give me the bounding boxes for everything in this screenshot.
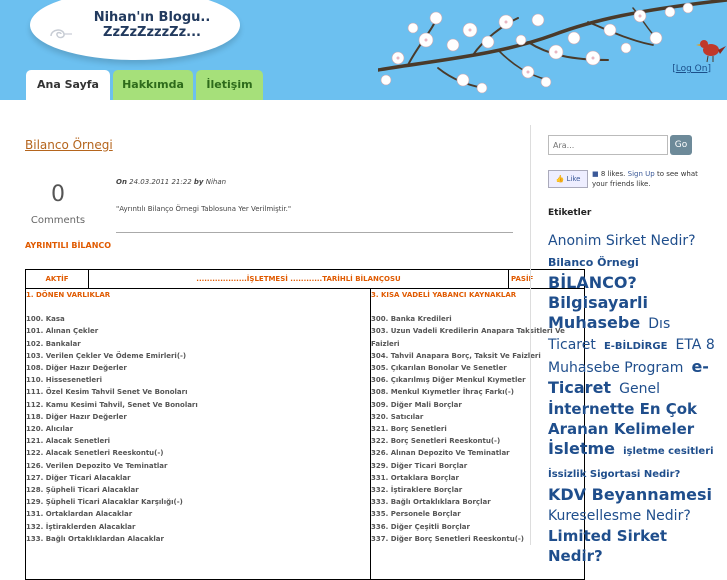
swirl-icon (50, 29, 72, 39)
account-row: 108. Diğer Hazır Değerler (26, 364, 127, 373)
tag-link[interactable]: Bilgisayarli Muhasebe (548, 293, 648, 332)
tags-title: Etiketler (548, 208, 592, 218)
account-row: 132. İştiraklerden Alacaklar (26, 522, 136, 531)
meta-on: On (116, 178, 127, 186)
tag-link[interactable]: İsletme (548, 439, 615, 458)
logon-area: [Log On] (672, 64, 711, 74)
signup-link[interactable]: Sign Up (628, 170, 655, 178)
column-divider (530, 125, 531, 545)
account-row: 133. Bağlı Ortaklıklardan Alacaklar (26, 534, 164, 543)
tag-link[interactable]: Anonim Sirket Nedir? (548, 233, 696, 249)
logon-link[interactable]: Log On (676, 64, 708, 74)
tag-link[interactable]: İnternette En Çok Aranan Kelimeler (548, 400, 697, 438)
table-body-row: 1. DÖNEN VARLIKLAR 100. Kasa 101. Alınan … (25, 288, 585, 580)
account-row: 111. Özel Kesim Tahvil Senet Ve Bonoları (26, 388, 188, 397)
account-row: 126. Verilen Depozito Ve Teminatlar (26, 461, 168, 470)
header-aktif: AKTİF (25, 269, 89, 289)
blossom-branch-illustration (378, 0, 727, 94)
blog-title-line2: ZzZzZzzzZz... (103, 25, 201, 40)
like-label: Like (566, 175, 581, 183)
account-row: 127. Diğer Ticari Alacaklar (26, 473, 131, 482)
account-row: 112. Kamu Kesimi Tahvil, Senet Ve Bonola… (26, 400, 198, 409)
account-row: 121. Alacak Senetleri (26, 437, 111, 446)
logon-bracket-close: ] (707, 64, 711, 74)
tag-link[interactable]: işletme cesitleri (623, 446, 714, 457)
post-excerpt: "Ayrıntılı Bilanço Örnegi Tablosuna Yer … (116, 205, 292, 213)
account-row: 100. Kasa (26, 315, 65, 324)
bird-icon (696, 40, 726, 63)
meta-by: by (193, 178, 204, 186)
left-items: 100. Kasa 101. Alınan Çekler 102. Bankalar… (26, 313, 370, 545)
account-row: 122. Alacak Senetleri Reeskontu(-) (26, 449, 164, 458)
header-middle: ...................İŞLETMESİ ...........… (88, 269, 509, 289)
left-heading: 1. DÖNEN VARLIKLAR (26, 291, 111, 299)
blog-title-line1: Nihan'ın Blogu.. (93, 10, 211, 25)
tag-link[interactable]: E-BİLDİRGE (604, 341, 667, 352)
account-row: 102. Bankalar (26, 339, 81, 348)
search-input[interactable] (548, 135, 668, 155)
account-row: 103. Verilen Çekler Ve Ödeme Emirleri(-) (26, 351, 187, 360)
tab-iletisim[interactable]: İletişim (196, 70, 263, 100)
post-date: 24.03.2011 21:22 (129, 178, 192, 186)
balance-sheet-table: AKTİF ...................İŞLETMESİ .....… (25, 269, 585, 580)
tag-link[interactable]: KDV Beyannamesi (548, 485, 712, 504)
thumbs-up-icon: 👍 (555, 175, 565, 183)
divider (116, 232, 513, 233)
blog-title[interactable]: Nihan'ın Blogu.. ZzZzZzzzZz... (82, 10, 222, 40)
account-row: 118. Diğer Hazır Değerler (26, 412, 127, 421)
account-row: 128. Şüpheli Ticari Alacaklar (26, 486, 139, 495)
facebook-like-button[interactable]: 👍 Like (548, 170, 588, 188)
search-go-button[interactable]: Go (670, 135, 692, 155)
tag-link[interactable]: Genel (619, 381, 660, 397)
table-header-row: AKTİF ...................İŞLETMESİ .....… (25, 269, 585, 289)
left-column: 1. DÖNEN VARLIKLAR 100. Kasa 101. Alınan … (25, 288, 371, 580)
account-row: 131. Ortaklardan Alacaklar (26, 510, 133, 519)
post-title-link[interactable]: Bilanco Örnegi (25, 138, 113, 152)
post-author: Nihan (205, 178, 227, 186)
header: Nihan'ın Blogu.. ZzZzZzzzZz... [Log On] … (0, 0, 727, 100)
tag-link[interactable]: Kuresellesme Nedir? (548, 508, 691, 524)
account-row: 110. Hissesenetleri (26, 376, 103, 385)
facebook-icon: ■ (592, 170, 599, 178)
tab-ana-sayfa[interactable]: Ana Sayfa (26, 70, 110, 100)
content-area: Bilanco Örnegi 0 Comments On 24.03.2011 … (0, 100, 727, 580)
post-meta: On 24.03.2011 21:22 by Nihan (116, 178, 226, 186)
tag-link[interactable]: İssizlik Sigortasi Nedir? (548, 469, 680, 480)
comment-count: 0 (51, 182, 65, 207)
tag-link[interactable]: BİLANCO? (548, 273, 637, 292)
account-row: 120. Alıcılar (26, 425, 74, 434)
tab-hakkimda[interactable]: Hakkımda (113, 70, 193, 100)
comment-label: Comments (30, 215, 86, 226)
tag-link[interactable]: Bilanco Örnegi (548, 256, 639, 269)
like-info: ■ 8 likes. Sign Up to see what your frie… (592, 169, 702, 189)
section-label: AYRINTILI BİLANCO (25, 241, 112, 250)
like-count: 8 likes. (600, 170, 626, 178)
account-row: 101. Alınan Çekler (26, 327, 99, 336)
account-row: 129. Şüpheli Ticari Alacaklar Karşılığı(… (26, 498, 183, 507)
tag-link[interactable]: Limited Sirket Nedir? (548, 527, 667, 565)
tag-cloud: Anonim Sirket Nedir? Bilanco Örnegi BİLA… (548, 230, 718, 566)
